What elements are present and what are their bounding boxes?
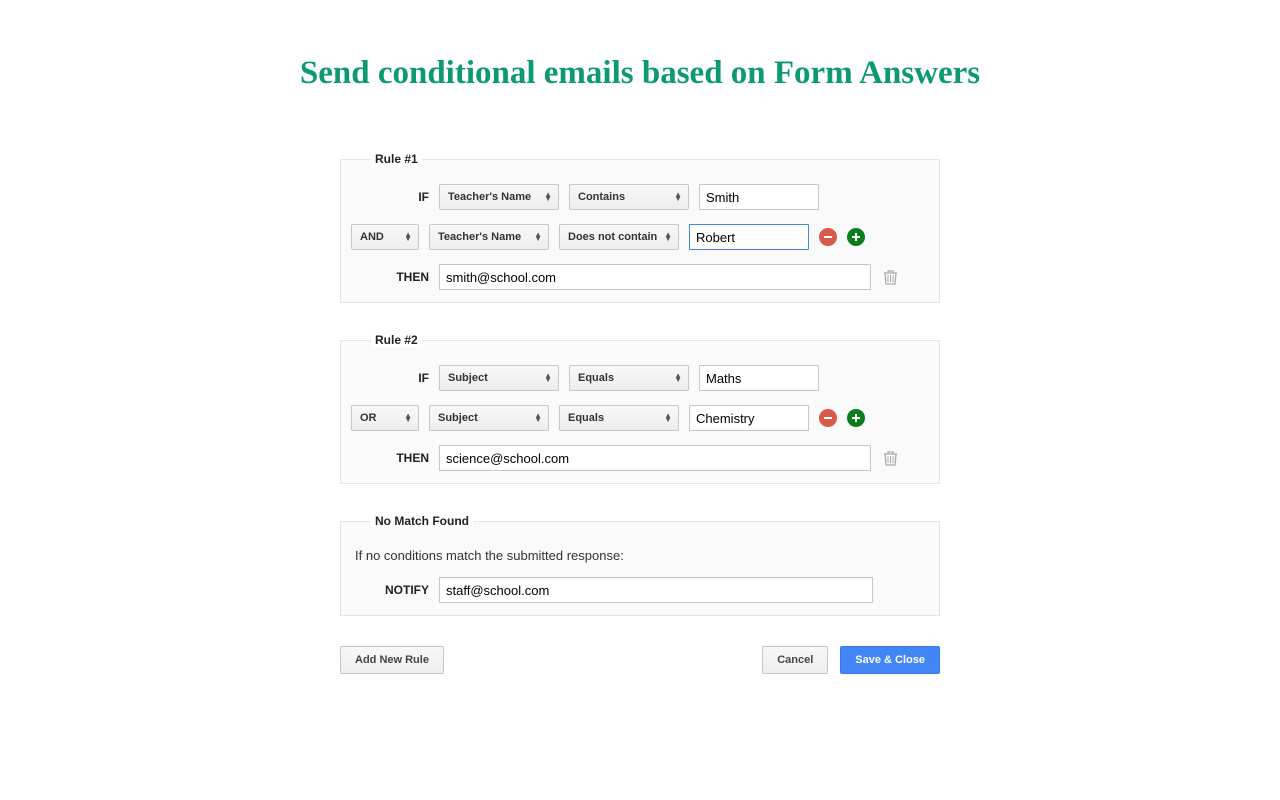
value-input[interactable] [699, 184, 819, 210]
add-new-rule-button[interactable]: Add New Rule [340, 646, 444, 674]
spinner-icon: ▲▼ [674, 193, 682, 201]
then-input[interactable] [439, 445, 871, 471]
value-input[interactable] [699, 365, 819, 391]
value-input[interactable] [689, 405, 809, 431]
then-row: THEN [351, 445, 929, 471]
if-label: IF [351, 371, 429, 385]
page-title: Send conditional emails based on Form An… [0, 55, 1280, 92]
field-select[interactable]: Teacher's Name▲▼ [439, 184, 559, 210]
then-label: THEN [351, 270, 429, 284]
then-label: THEN [351, 451, 429, 465]
rule-box: Rule #2IFSubject▲▼Equals▲▼OR▲▼Subject▲▼E… [340, 333, 940, 484]
then-row: THEN [351, 264, 929, 290]
spinner-icon: ▲▼ [664, 233, 672, 241]
operator-select[interactable]: Contains▲▼ [569, 184, 689, 210]
spinner-icon: ▲▼ [404, 414, 412, 422]
no-match-box: No Match Found If no conditions match th… [340, 514, 940, 616]
notify-input[interactable] [439, 577, 873, 603]
spinner-icon: ▲▼ [404, 233, 412, 241]
rule-legend: Rule #1 [371, 152, 422, 166]
condition-row: IF Subject▲▼ Equals▲▼ [351, 365, 929, 391]
add-condition-button[interactable] [847, 409, 865, 427]
if-label: IF [351, 190, 429, 204]
operator-select[interactable]: Does not contain▲▼ [559, 224, 679, 250]
spinner-icon: ▲▼ [544, 374, 552, 382]
remove-condition-button[interactable] [819, 409, 837, 427]
condition-row: AND▲▼ Teacher's Name▲▼ Does not contain▲▼ [351, 224, 929, 250]
add-condition-button[interactable] [847, 228, 865, 246]
spinner-icon: ▲▼ [534, 233, 542, 241]
field-select[interactable]: Teacher's Name▲▼ [429, 224, 549, 250]
operator-select[interactable]: Equals▲▼ [569, 365, 689, 391]
operator-select[interactable]: Equals▲▼ [559, 405, 679, 431]
delete-rule-button[interactable] [881, 451, 899, 466]
field-select[interactable]: Subject▲▼ [439, 365, 559, 391]
rule-box: Rule #1 IF Teacher's Name▲▼ Contains▲▼ AND▲▼… [340, 152, 940, 303]
spinner-icon: ▲▼ [674, 374, 682, 382]
value-input[interactable] [689, 224, 809, 250]
logic-select[interactable]: AND▲▼ [351, 224, 419, 250]
save-close-button[interactable]: Save & Close [840, 646, 940, 674]
spinner-icon: ▲▼ [534, 414, 542, 422]
field-select[interactable]: Subject▲▼ [429, 405, 549, 431]
condition-row: OR▲▼ Subject▲▼ Equals▲▼ [351, 405, 929, 431]
cancel-button[interactable]: Cancel [762, 646, 828, 674]
then-input[interactable] [439, 264, 871, 290]
spinner-icon: ▲▼ [544, 193, 552, 201]
delete-rule-button[interactable] [881, 270, 899, 285]
condition-row: IF Teacher's Name▲▼ Contains▲▼ [351, 184, 929, 210]
no-match-description: If no conditions match the submitted res… [355, 548, 929, 563]
notify-label: NOTIFY [351, 583, 429, 597]
spinner-icon: ▲▼ [664, 414, 672, 422]
logic-select[interactable]: OR▲▼ [351, 405, 419, 431]
remove-condition-button[interactable] [819, 228, 837, 246]
rule-legend: Rule #2 [371, 333, 422, 347]
no-match-legend: No Match Found [371, 514, 473, 528]
